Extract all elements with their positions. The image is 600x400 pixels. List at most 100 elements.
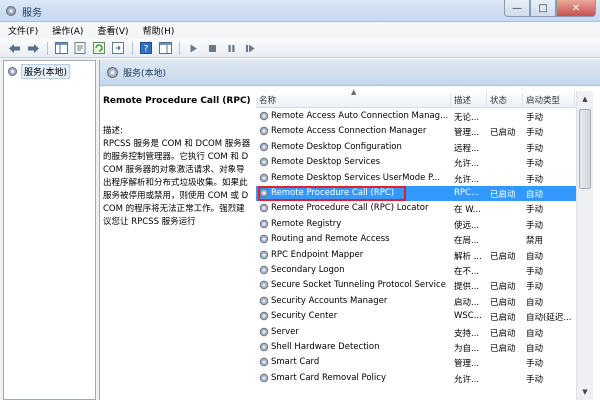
- scroll-down-button[interactable]: ▼: [577, 384, 593, 400]
- service-description-cell: 管理...: [454, 359, 480, 370]
- table-row[interactable]: Remote Access Auto Connection Manag... 无论…: [256, 109, 593, 124]
- service-description-cell: 启动...: [454, 297, 480, 308]
- service-gear-icon: [259, 342, 269, 352]
- service-description-cell: 管理...: [454, 128, 480, 139]
- window-controls: — □ ✕: [504, 0, 596, 18]
- menu-help[interactable]: 帮助(H): [143, 24, 175, 37]
- service-gear-icon: [259, 265, 269, 275]
- service-gear-icon: [259, 219, 269, 228]
- table-row-selected[interactable]: Remote Procedure Call (RPC) RPC... 已启动 自动: [256, 186, 593, 202]
- service-description-cell: 允许...: [454, 374, 480, 385]
- service-status-cell: 已启动: [490, 282, 516, 293]
- table-row[interactable]: Smart Card 管理... 手动: [256, 355, 593, 370]
- refresh-button[interactable]: [91, 41, 107, 56]
- table-row[interactable]: Shell Hardware Detection 为自... 已启动 自动: [256, 340, 593, 355]
- service-name-cell: Remote Access Auto Connection Manag...: [271, 111, 449, 121]
- column-header-status[interactable]: 状态: [490, 94, 507, 106]
- console-tree-icon: [54, 42, 68, 54]
- service-name-cell: Routing and Remote Access: [271, 234, 390, 245]
- services-list: ▲ 名称 描述 状态 启动类型 Remote Access Auto Conne…: [256, 88, 593, 400]
- service-description-cell: 允许...: [454, 174, 480, 185]
- close-button[interactable]: ✕: [556, 0, 596, 17]
- table-row[interactable]: RPC Endpoint Mapper 解析 ... 已启动 自动: [256, 248, 593, 263]
- minimize-button[interactable]: —: [504, 0, 530, 17]
- export-list-button[interactable]: [110, 41, 126, 56]
- service-description-cell: 在局...: [454, 236, 480, 247]
- table-row[interactable]: Security Accounts Manager 启动... 已启动 自动: [256, 294, 593, 309]
- service-gear-icon: [259, 142, 269, 151]
- service-description-cell: 为自...: [454, 344, 480, 354]
- table-row[interactable]: Security Center WSC... 已启动 自动(延迟...: [256, 309, 593, 324]
- title-bar: 服务 — □ ✕: [0, 0, 600, 22]
- column-divider[interactable]: [486, 93, 487, 106]
- table-row[interactable]: Remote Access Connection Manager 管理... 已启动…: [256, 124, 593, 139]
- service-description-cell: RPC...: [454, 188, 480, 198]
- column-header-name[interactable]: 名称: [259, 94, 276, 106]
- column-divider[interactable]: [522, 93, 523, 106]
- service-description-cell: 提供...: [454, 282, 480, 293]
- show-hide-action-pane-button[interactable]: [157, 41, 173, 56]
- scroll-up-button[interactable]: ▲: [577, 91, 593, 107]
- stop-service-button[interactable]: [204, 41, 220, 56]
- description-label: 描述:: [103, 126, 123, 136]
- service-name-cell: Smart Card: [271, 357, 320, 368]
- service-name-cell: Security Accounts Manager: [271, 295, 388, 306]
- menu-view[interactable]: 查看(V): [97, 24, 128, 37]
- service-description-cell: 无论...: [454, 113, 480, 123]
- column-header-startup-type[interactable]: 启动类型: [526, 94, 560, 106]
- service-gear-icon: [259, 327, 269, 336]
- service-gear-icon: [259, 358, 269, 367]
- scroll-thumb[interactable]: [579, 109, 591, 189]
- action-pane-icon: [158, 42, 172, 54]
- service-gear-icon: [259, 234, 269, 244]
- column-divider[interactable]: [574, 93, 575, 106]
- table-row[interactable]: Secondary Logon 在不... 手动: [256, 263, 593, 278]
- table-row[interactable]: Remote Registry 使远... 手动: [256, 217, 593, 232]
- service-name-cell: Remote Procedure Call (RPC) Locator: [271, 203, 429, 214]
- service-gear-icon: [259, 311, 269, 321]
- forward-arrow-icon: [27, 43, 39, 53]
- services-gear-icon: [8, 67, 17, 76]
- table-row[interactable]: Server 支持... 已启动 自动: [256, 325, 593, 340]
- start-service-button[interactable]: [185, 41, 201, 56]
- menu-action[interactable]: 操作(A): [52, 24, 83, 37]
- services-gear-icon: [6, 6, 16, 16]
- restart-service-button[interactable]: [242, 41, 258, 56]
- help-button[interactable]: ?: [138, 41, 154, 56]
- column-divider[interactable]: [450, 93, 451, 106]
- services-gear-icon: [107, 67, 118, 78]
- properties-button[interactable]: [72, 41, 88, 56]
- properties-icon: [74, 42, 86, 54]
- window-title: 服务: [22, 8, 42, 19]
- vertical-scrollbar[interactable]: ▲ ▼: [576, 91, 593, 400]
- service-description-cell: 支持...: [454, 328, 480, 339]
- back-button[interactable]: [6, 41, 22, 56]
- service-description-cell: 使远...: [454, 220, 480, 231]
- stop-icon: [208, 44, 216, 52]
- table-row[interactable]: Remote Desktop Configuration 远程... 手动: [256, 140, 593, 155]
- tree-item-services-local[interactable]: 服务(本地): [7, 64, 71, 79]
- back-arrow-icon: [8, 43, 20, 53]
- service-name-cell: Security Center: [271, 311, 338, 322]
- column-header-description[interactable]: 描述: [454, 94, 471, 106]
- service-description-cell: 在不...: [454, 267, 480, 277]
- table-row[interactable]: Remote Desktop Services 允许... 手动: [256, 155, 593, 170]
- pause-service-button[interactable]: [223, 41, 239, 56]
- service-name-cell: Shell Hardware Detection: [271, 342, 380, 352]
- table-row[interactable]: Routing and Remote Access 在局... 禁用: [256, 232, 593, 247]
- show-hide-tree-button[interactable]: [53, 41, 69, 56]
- table-row[interactable]: Remote Desktop Services UserMode P... 允许.…: [256, 171, 593, 186]
- menu-file[interactable]: 文件(F): [8, 24, 38, 37]
- panel-header-title: 服务(本地): [123, 69, 167, 79]
- service-status-cell: 已启动: [490, 328, 516, 339]
- maximize-button[interactable]: □: [530, 0, 556, 17]
- service-name-cell: Remote Desktop Services: [271, 157, 381, 168]
- service-description-cell: 远程...: [454, 143, 480, 154]
- panel-header: 服务(本地): [100, 60, 600, 86]
- forward-button[interactable]: [25, 41, 41, 56]
- table-row[interactable]: Smart Card Removal Policy 允许... 手动: [256, 371, 593, 386]
- table-row[interactable]: Secure Socket Tunneling Protocol Service…: [256, 278, 593, 293]
- service-gear-icon: [259, 157, 269, 167]
- service-name-cell: Remote Desktop Services UserMode P...: [271, 172, 440, 183]
- table-row[interactable]: Remote Procedure Call (RPC) Locator 在 W..…: [256, 201, 593, 216]
